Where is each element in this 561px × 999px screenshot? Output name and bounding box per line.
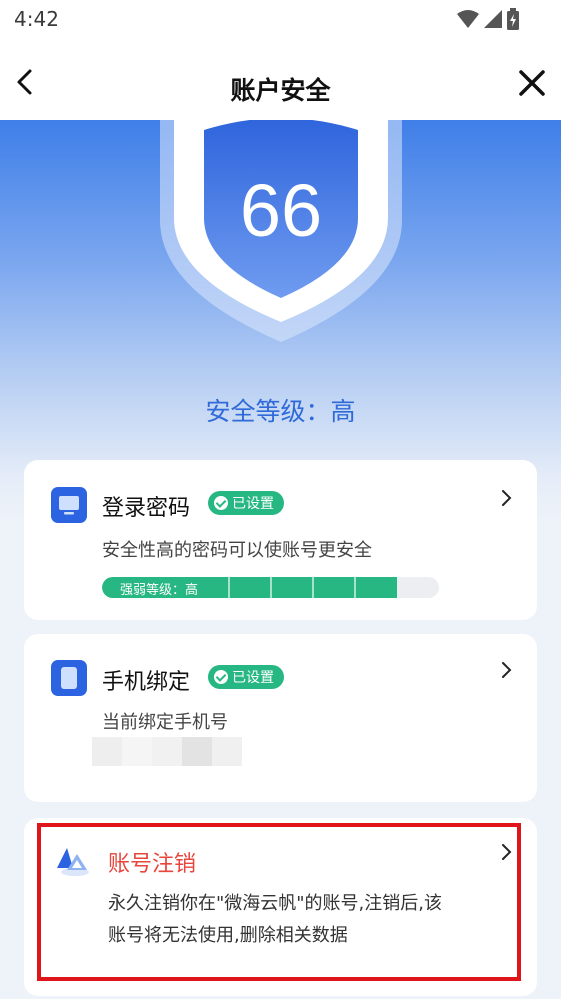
battery-icon bbox=[507, 8, 519, 30]
cancel-description-line-1: 永久注销你在"微海云帆"的账号,注销后,该 bbox=[108, 893, 443, 914]
strength-segment bbox=[312, 577, 314, 598]
phone-card[interactable]: 手机绑定 已设置 当前绑定手机号 bbox=[24, 634, 537, 802]
phone-icon bbox=[51, 660, 87, 696]
security-level: 安全等级：高 bbox=[205, 397, 356, 426]
check-icon bbox=[214, 496, 228, 510]
page-title: 账户安全 bbox=[230, 76, 331, 105]
status-badge: 已设置 bbox=[208, 665, 284, 689]
password-description: 安全性高的密码可以使账号更安全 bbox=[102, 540, 372, 561]
account-cancel-card[interactable]: 账号注销 永久注销你在"微海云帆"的账号,注销后,该 账号将无法使用,删除相关数… bbox=[24, 818, 537, 996]
strength-segment bbox=[354, 577, 356, 598]
strength-bar: 强弱等级：高 bbox=[102, 577, 439, 598]
signal-icon bbox=[484, 10, 502, 28]
phone-description: 当前绑定手机号 bbox=[102, 712, 228, 733]
status-badge: 已设置 bbox=[208, 491, 284, 515]
chevron-right-icon bbox=[502, 844, 512, 860]
monitor-icon bbox=[51, 487, 87, 523]
close-icon bbox=[519, 70, 545, 96]
status-time: 4:42 bbox=[14, 7, 59, 31]
cancel-description-line-2: 账号将无法使用,删除相关数据 bbox=[108, 925, 348, 946]
status-bar: 4:42 bbox=[0, 0, 561, 38]
check-icon bbox=[214, 670, 228, 684]
strength-label: 强弱等级：高 bbox=[120, 583, 199, 598]
chevron-right-icon bbox=[502, 490, 512, 506]
chevron-right-icon bbox=[502, 662, 512, 678]
cancel-account-icon bbox=[57, 848, 89, 876]
strength-segment bbox=[228, 577, 230, 598]
strength-segment bbox=[270, 577, 272, 598]
badge-label: 已设置 bbox=[232, 496, 274, 512]
masked-phone-number bbox=[92, 737, 242, 766]
app-header: 账户安全 bbox=[0, 38, 561, 120]
badge-label: 已设置 bbox=[232, 670, 274, 686]
security-score: 66 bbox=[239, 169, 323, 252]
password-card[interactable]: 登录密码 已设置 安全性高的密码可以使账号更安全 强弱等级：高 bbox=[24, 460, 537, 620]
password-title: 登录密码 bbox=[102, 496, 191, 521]
status-icons bbox=[457, 8, 519, 30]
close-button[interactable] bbox=[517, 68, 547, 98]
cancel-title: 账号注销 bbox=[108, 852, 197, 877]
phone-title: 手机绑定 bbox=[102, 670, 191, 695]
wifi-icon bbox=[457, 10, 479, 28]
